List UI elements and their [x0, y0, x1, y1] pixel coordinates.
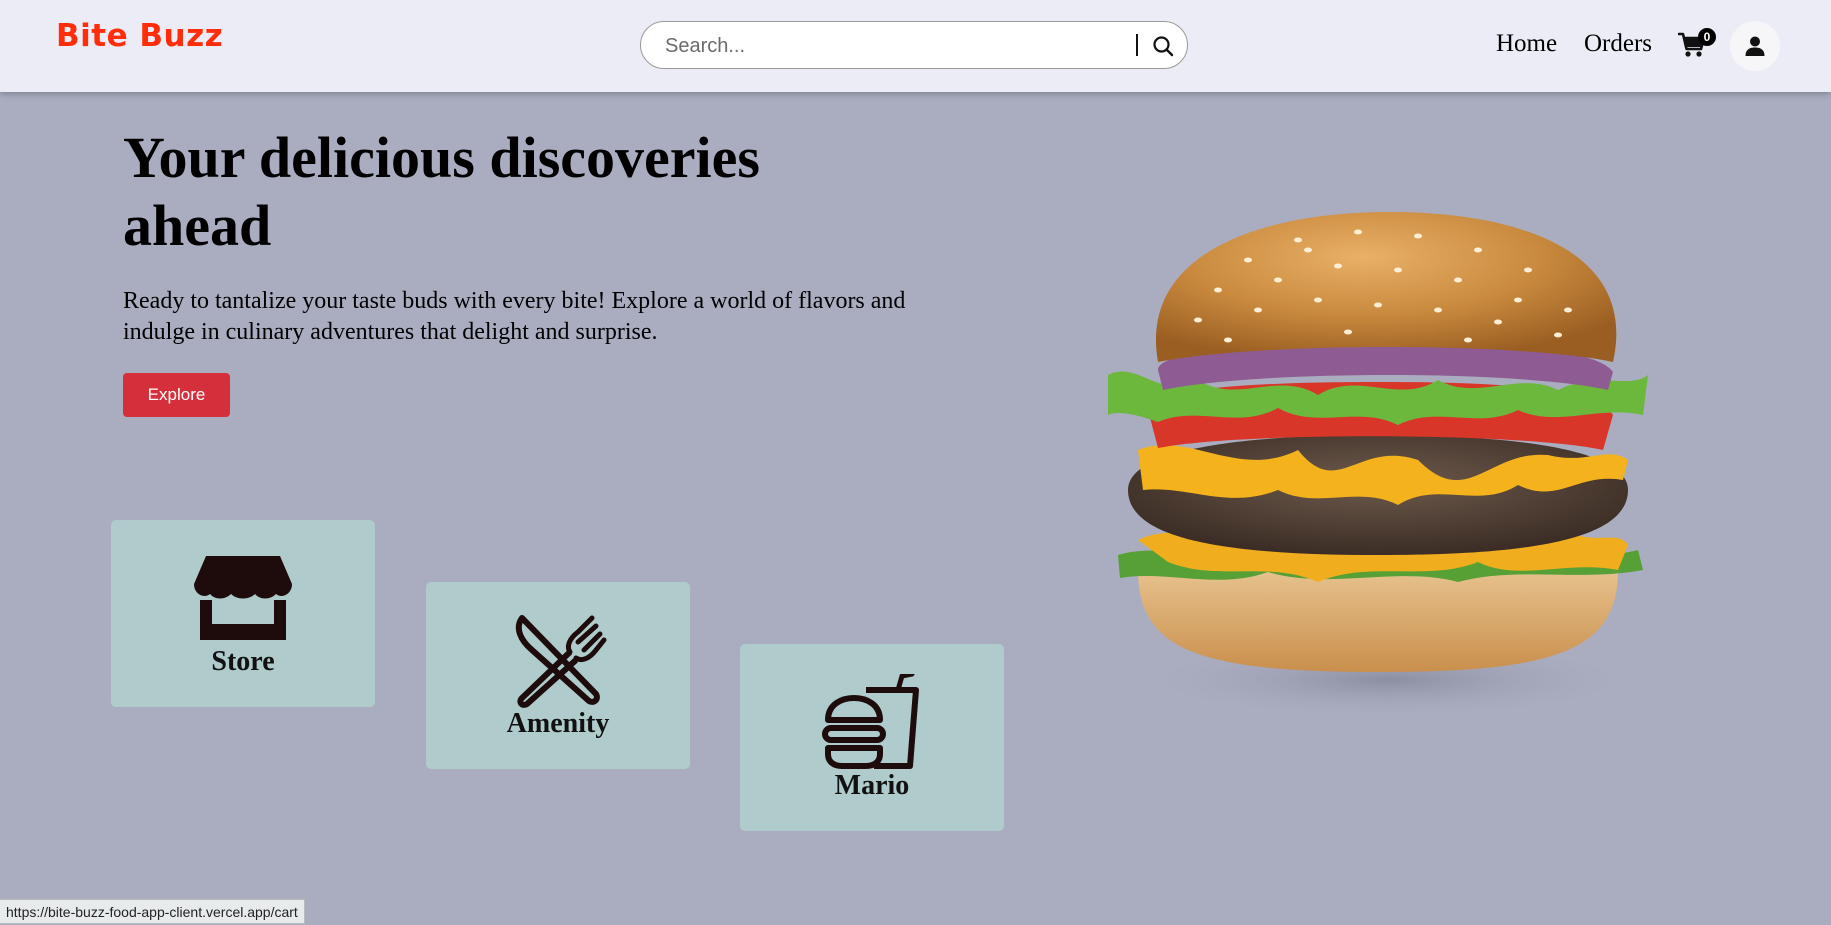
category-card-amenity[interactable]: Amenity: [426, 582, 690, 769]
brand-logo[interactable]: Bite Buzz: [56, 18, 223, 54]
category-label: Store: [211, 646, 275, 677]
navbar: Bite Buzz Home Orders 0: [0, 0, 1831, 92]
store-icon: [194, 556, 292, 640]
user-icon: [1745, 36, 1765, 56]
utensils-icon: [515, 615, 607, 708]
category-label: Mario: [834, 770, 910, 801]
category-label: Amenity: [506, 708, 610, 739]
search-bar: [640, 21, 1188, 69]
search-icon: [1153, 36, 1174, 57]
cart-button[interactable]: 0: [1678, 28, 1716, 58]
category-card-mario[interactable]: Mario: [740, 644, 1004, 831]
search-divider: [1136, 34, 1138, 56]
explore-button[interactable]: Explore: [123, 373, 230, 417]
hero-title: Your delicious discoveries ahead: [123, 125, 760, 258]
status-bar-url: https://bite-buzz-food-app-client.vercel…: [0, 899, 305, 924]
search-input[interactable]: [663, 32, 1107, 60]
user-profile-button[interactable]: [1730, 21, 1780, 71]
burger-image: [1108, 212, 1648, 720]
search-button[interactable]: [1149, 32, 1177, 60]
burger-soda-icon: [822, 674, 919, 769]
cart-count-badge: 0: [1698, 28, 1716, 46]
nav-orders-link[interactable]: Orders: [1584, 30, 1652, 58]
category-card-store[interactable]: Store: [111, 520, 375, 707]
nav-home-link[interactable]: Home: [1496, 30, 1557, 58]
hero-description: Ready to tantalize your taste buds with …: [123, 288, 906, 345]
